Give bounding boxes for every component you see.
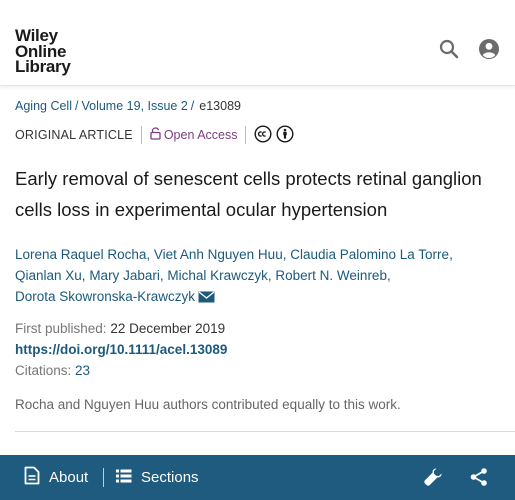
open-access-badge[interactable]: Open Access (150, 127, 238, 143)
citations-label: Citations: (15, 363, 72, 378)
license-icons[interactable] (254, 124, 294, 146)
wiley-online-library-logo[interactable]: Wiley Online Library (15, 27, 71, 76)
about-button[interactable]: About (24, 455, 88, 500)
breadcrumb-separator: / (190, 99, 195, 113)
top-header: Wiley Online Library (0, 0, 515, 86)
first-published-label: First published: (15, 321, 107, 336)
about-label: About (49, 469, 89, 486)
author-link[interactable]: Qianlan Xu (15, 268, 82, 283)
author-link[interactable]: Claudia Palomino La Torre (290, 247, 449, 262)
divider (245, 126, 247, 144)
author-link[interactable]: Mary Jabari (89, 268, 160, 283)
creative-commons-icon (254, 124, 272, 146)
breadcrumb-volume-issue[interactable]: Volume 19, Issue 2 (81, 99, 187, 113)
author-link[interactable]: Dorota Skowronska-Krawczyk (15, 289, 195, 304)
logo-line-3: Library (15, 57, 71, 76)
envelope-icon[interactable] (198, 288, 215, 309)
divider-line (15, 431, 515, 432)
article-meta-row: ORIGINAL ARTICLE Open Access (15, 124, 294, 146)
author-link[interactable]: Viet Anh Nguyen Huu (154, 247, 283, 262)
unlock-icon (150, 127, 161, 143)
divider (140, 126, 142, 144)
first-published: First published: 22 December 2019 (15, 318, 225, 339)
attribution-icon (276, 124, 294, 146)
author-list: Lorena Raquel Rocha, Viet Anh Nguyen Huu… (15, 244, 505, 309)
search-icon[interactable] (438, 38, 460, 60)
author-link[interactable]: Robert N. Weinreb (275, 268, 387, 283)
account-icon[interactable] (478, 38, 500, 60)
doi-link[interactable]: https://doi.org/10.1111/acel.13089 (15, 339, 227, 360)
article-type: ORIGINAL ARTICLE (15, 128, 133, 142)
bottom-toolbar: About Sections (0, 455, 515, 500)
breadcrumb-journal[interactable]: Aging Cell (15, 99, 72, 113)
toolbar-divider (103, 468, 104, 487)
sections-button[interactable]: Sections (116, 455, 199, 500)
breadcrumb-separator: / (74, 99, 79, 113)
open-access-label: Open Access (163, 128, 238, 142)
breadcrumb-article-id: e13089 (199, 99, 241, 113)
wrench-icon[interactable] (422, 466, 444, 493)
citations: Citations: 23 (15, 360, 90, 381)
sections-label: Sections (141, 469, 199, 486)
list-icon (116, 469, 132, 487)
article-title: Early removal of senescent cells protect… (15, 168, 482, 220)
document-icon (24, 466, 40, 489)
author-link[interactable]: Lorena Raquel Rocha (15, 247, 146, 262)
author-link[interactable]: Michal Krawczyk (167, 268, 268, 283)
contribution-note: Rocha and Nguyen Huu authors contributed… (15, 397, 401, 412)
first-published-date: 22 December 2019 (110, 321, 226, 336)
breadcrumb: Aging Cell / Volume 19, Issue 2/e13089 (15, 99, 241, 113)
header-actions (438, 38, 500, 60)
share-icon[interactable] (469, 467, 489, 492)
citations-count[interactable]: 23 (75, 363, 90, 378)
